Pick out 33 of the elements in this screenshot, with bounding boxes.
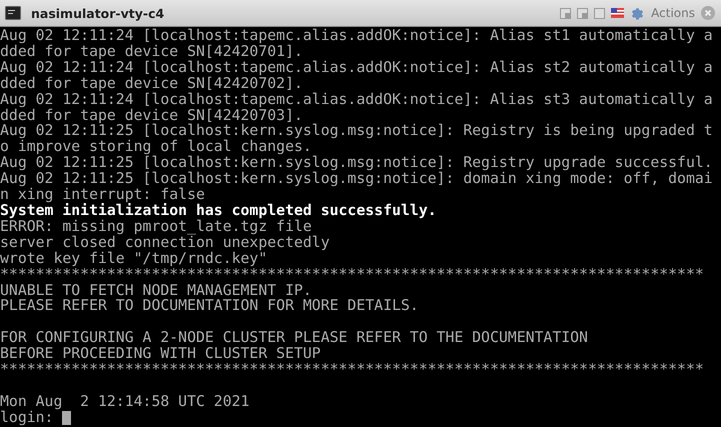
window-title: nasimulator-vty-c4 — [31, 6, 166, 20]
terminal-line: Aug 02 12:11:24 [localhost:tapemc.alias.addOK:notice]: Alias st2 automatically a — [0, 60, 713, 76]
terminal-line: ******************************************************************************* — [0, 362, 704, 378]
terminal-line: UNABLE TO FETCH NODE MANAGEMENT IP. — [0, 282, 312, 298]
terminal-line: n xing interrupt: false — [0, 187, 205, 203]
terminal-line: dded for tape device SN[42420703]. — [0, 108, 303, 124]
terminal-icon — [5, 6, 21, 20]
terminal-line: Aug 02 12:11:25 [localhost:kern.syslog.msg:notice]: domain xing mode: off, domai — [0, 171, 713, 188]
flag-icon[interactable] — [611, 8, 624, 18]
close-icon[interactable] — [701, 6, 715, 20]
text-cursor — [62, 410, 72, 425]
terminal-line: server closed connection unexpectedly — [0, 234, 330, 251]
terminal-line: PLEASE REFER TO DOCUMENTATION FOR MORE DETAILS. — [0, 298, 419, 314]
terminal-line: dded for tape device SN[42420701]. — [0, 44, 303, 60]
window-icon[interactable] — [560, 8, 572, 18]
terminal-line: Mon Aug 2 12:14:58 UTC 2021 — [0, 394, 250, 410]
terminal-line: FOR CONFIGURING A 2-NODE CLUSTER PLEASE REFER TO THE DOCUMENTATION — [0, 330, 588, 346]
terminal-line: dded for tape device SN[42420702]. — [0, 76, 303, 92]
terminal-line: o improve storing of local changes. — [0, 139, 312, 156]
gear-icon[interactable] — [630, 6, 646, 20]
terminal-line: ERROR: missing pmroot_late.tgz file — [0, 218, 312, 235]
window-icon[interactable] — [577, 8, 588, 18]
terminal-line: wrote key file "/tmp/rndc.key" — [0, 250, 268, 267]
login-prompt: login: — [0, 410, 54, 426]
terminal-line: System initialization has completed successfully. — [0, 202, 437, 219]
maximize-icon[interactable] — [594, 8, 606, 18]
actions-menu[interactable]: Actions — [651, 6, 695, 20]
terminal-line: BEFORE PROCEEDING WITH CLUSTER SETUP — [0, 346, 321, 362]
terminal-line: Aug 02 12:11:25 [localhost:kern.syslog.msg:notice]: Registry is being upgraded t — [0, 123, 713, 140]
terminal-line: Aug 02 12:11:25 [localhost:kern.syslog.msg:notice]: Registry upgrade successful. — [0, 155, 713, 172]
terminal-line: Aug 02 12:11:24 [localhost:tapemc.alias.addOK:notice]: Alias st3 automatically a — [0, 92, 713, 108]
terminal-line: ******************************************************************************* — [0, 266, 704, 282]
terminal-line: Aug 02 12:11:24 [localhost:tapemc.alias.addOK:notice]: Alias st1 automatically a — [0, 28, 713, 44]
